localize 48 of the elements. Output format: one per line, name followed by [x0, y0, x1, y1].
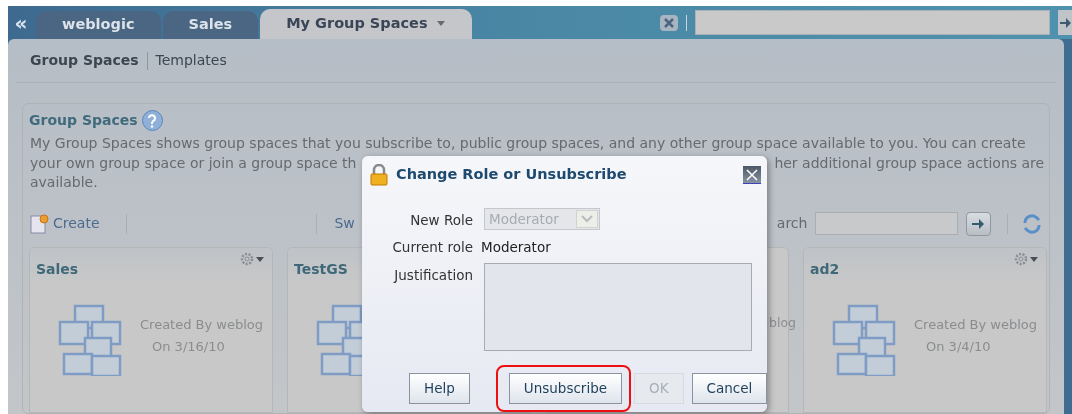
group-spaces-icon	[832, 303, 896, 376]
tab[interactable]: weblogic	[36, 11, 161, 39]
action-link[interactable]: Sw	[334, 213, 355, 234]
search-label: arch	[776, 214, 808, 233]
create-icon[interactable]	[29, 212, 51, 235]
created-by-text: Created By weblog	[140, 315, 264, 334]
field-label: Justification	[392, 265, 473, 285]
dialog-button[interactable]: Cancel	[691, 373, 768, 404]
create-link[interactable]: Create	[53, 213, 100, 234]
refresh-icon[interactable]	[1021, 212, 1043, 235]
tab[interactable]: Sales	[162, 11, 259, 39]
created-date-text: On 3/16/10	[151, 337, 226, 356]
close-icon[interactable]	[660, 14, 678, 31]
lock-icon	[370, 164, 388, 186]
dialog-button[interactable]: Unsubscribe	[508, 373, 622, 404]
description-text: her additional group space actions are	[774, 153, 1045, 173]
search-field[interactable]	[815, 212, 958, 235]
field-value: Moderator	[481, 238, 551, 258]
section-heading: Group Spaces	[29, 111, 138, 130]
collapse-icon[interactable]: «	[8, 12, 34, 33]
description-text: My Group Spaces shows group spaces that you subscribe to, public group spaces, and any other group space available to you. You can create	[30, 134, 1026, 153]
gear-icon[interactable]	[1014, 251, 1040, 266]
field-label: Current role	[391, 238, 473, 258]
group-spaces-icon	[58, 303, 122, 376]
subnav-tab[interactable]: Group Spaces	[30, 50, 139, 71]
created-by-text: Created By weblog	[914, 315, 1038, 334]
field-label: New Role	[409, 211, 473, 230]
description-text: available.	[30, 173, 98, 192]
card-title[interactable]: Sales	[36, 259, 79, 280]
subnav-tab[interactable]: Templates	[155, 50, 227, 71]
card-title[interactable]: TestGS	[294, 259, 348, 280]
caret-icon[interactable]	[435, 21, 446, 27]
card-title[interactable]: ad2	[810, 259, 840, 280]
created-date-text: On 3/4/10	[925, 337, 992, 356]
dialog-button[interactable]: Help	[409, 373, 470, 404]
arrow-icon	[1058, 16, 1072, 29]
justification-field[interactable]	[484, 262, 752, 351]
description-text: your own group space or join a group space th	[30, 153, 357, 173]
dialog-title: Change Role or Unsubscribe	[396, 165, 627, 185]
created-by-text: blog	[769, 313, 796, 332]
search-field[interactable]	[695, 10, 1050, 35]
go-button[interactable]	[1058, 10, 1072, 35]
go-button[interactable]	[965, 211, 992, 236]
arrow-icon	[971, 217, 986, 230]
tab[interactable]: My Group Spaces	[260, 9, 472, 39]
close-button[interactable]	[743, 166, 761, 184]
help-icon[interactable]	[141, 110, 163, 131]
gear-icon[interactable]	[240, 251, 266, 266]
